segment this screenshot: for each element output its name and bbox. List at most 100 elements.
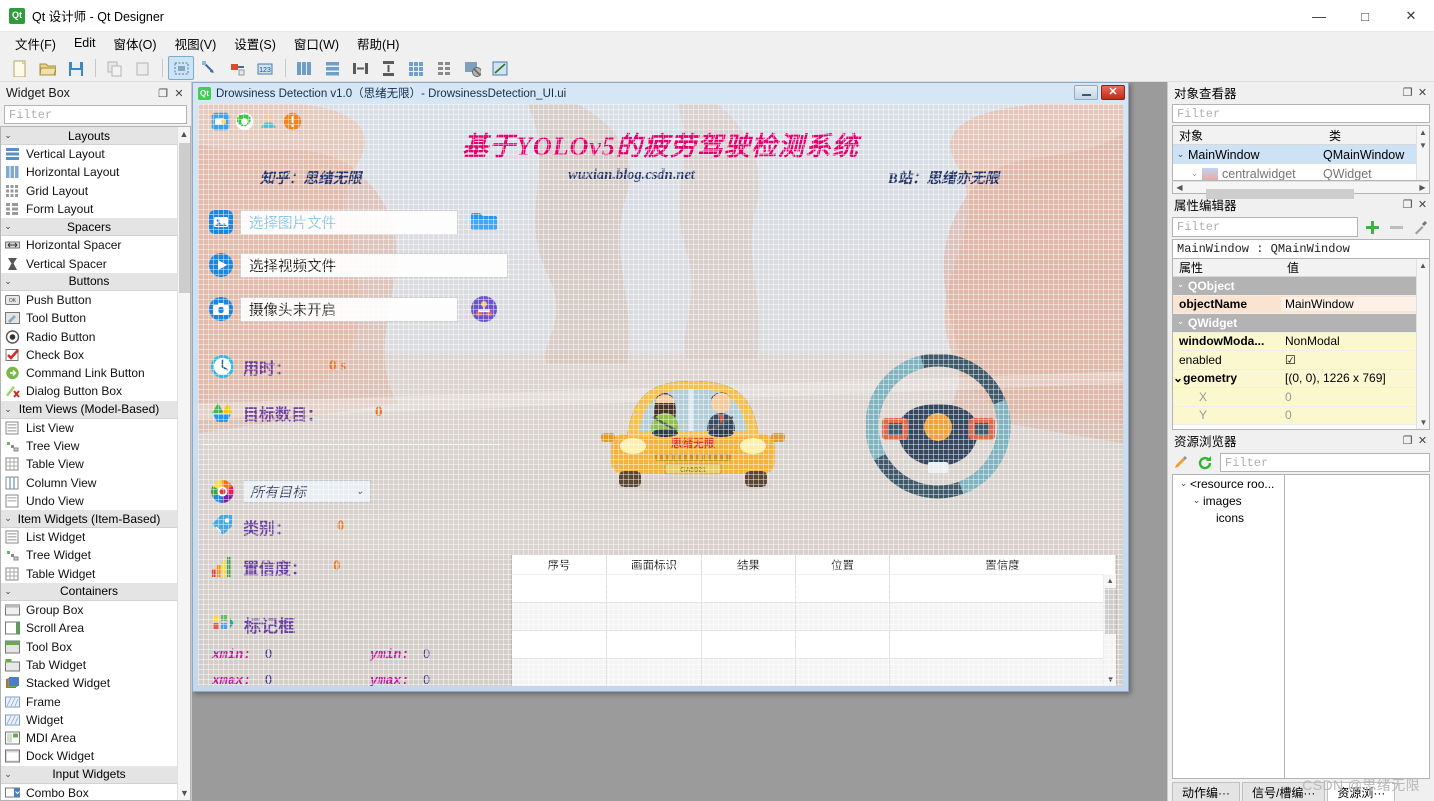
save-form-icon[interactable] — [62, 56, 88, 80]
widget-item-push-button[interactable]: OK Push Button — [1, 291, 177, 309]
design-window-titlebar[interactable]: Drowsiness Detection v1.0（思绪无限）- Drowsin… — [193, 83, 1128, 103]
widget-group-spacers[interactable]: ⌄ Spacers — [1, 218, 177, 237]
menu-window[interactable]: 窗口(W) — [285, 32, 348, 55]
camera-input[interactable]: 摄像头未开启 — [240, 296, 458, 322]
widget-group-containers[interactable]: ⌄ Containers — [1, 582, 177, 601]
reload-icon[interactable] — [1196, 454, 1214, 472]
widget-item-table-widget[interactable]: Table Widget — [1, 565, 177, 583]
table-header-3[interactable]: 结果 — [702, 555, 796, 574]
property-row-geometry[interactable]: ⌄geometry [(0, 0), 1226 x 769] — [1173, 369, 1429, 388]
widget-box-list[interactable]: ⌄ Layouts Vertical Layout Horizontal Layout… — [0, 126, 191, 801]
table-scroll-thumb[interactable] — [1105, 588, 1116, 634]
remove-property-icon[interactable] — [1386, 217, 1406, 237]
chevron-down-icon[interactable]: ⌄ — [1173, 279, 1188, 293]
layout-form-icon[interactable] — [431, 56, 457, 80]
scroll-up-icon[interactable]: ▲ — [1417, 126, 1429, 139]
resource-node[interactable]: icons — [1173, 509, 1284, 526]
property-editor-table[interactable]: 属性 值 ⌄ QObject objectName MainWindow ⌄ QWidge… — [1172, 258, 1430, 430]
widget-item-mdi-area[interactable]: MDI Area — [1, 729, 177, 747]
table-header-1[interactable]: 序号 — [512, 555, 607, 574]
image-file-input[interactable]: 选择图片文件 — [240, 209, 458, 235]
video-file-input[interactable]: 选择视频文件 — [240, 252, 508, 278]
widget-item-tab-widget[interactable]: Tab Widget — [1, 656, 177, 674]
form-minimize-button[interactable] — [1074, 85, 1098, 100]
table-scroll-up-icon[interactable]: ▲ — [1104, 574, 1116, 587]
bilibili-link[interactable]: B站：思绪亦无限 — [888, 167, 999, 188]
property-value[interactable]: 0 — [1281, 408, 1429, 422]
widget-item-horizontal-layout[interactable]: Horizontal Layout — [1, 163, 177, 181]
object-inspector-float-icon[interactable]: ❐ — [1400, 85, 1415, 100]
scroll-down-icon[interactable]: ▼ — [178, 786, 190, 800]
menu-view[interactable]: 视图(V) — [166, 32, 226, 55]
layout-vertical-icon[interactable] — [319, 56, 345, 80]
chevron-down-icon[interactable]: ⌄ — [1177, 478, 1190, 489]
results-table[interactable]: 序号 画面标识 结果 位置 置信度 ▲ ▼ — [511, 554, 1117, 686]
property-row-objectname[interactable]: objectName MainWindow — [1173, 295, 1429, 314]
form-close-button[interactable]: ✕ — [1101, 85, 1125, 100]
results-table-scrollbar[interactable]: ▲ ▼ — [1103, 574, 1116, 686]
widget-item-vertical-layout[interactable]: Vertical Layout — [1, 145, 177, 163]
chevron-down-icon[interactable]: ⌄ — [1190, 495, 1203, 506]
scroll-left-icon[interactable]: ◀ — [1173, 183, 1186, 192]
zhihu-link[interactable]: 知乎：思绪无限 — [260, 167, 362, 188]
widget-item-radio-button[interactable]: Radio Button — [1, 327, 177, 345]
object-inspector-filter-input[interactable]: Filter — [1172, 104, 1430, 123]
widget-group-input-widgets[interactable]: ⌄ Input Widgets — [1, 765, 177, 784]
csdn-link[interactable]: wuxian.blog.csdn.net — [568, 167, 695, 184]
layout-grid-icon[interactable] — [403, 56, 429, 80]
widget-item-command-link-button[interactable]: Command Link Button — [1, 364, 177, 382]
break-layout-icon[interactable] — [459, 56, 485, 80]
network-camera-icon[interactable] — [470, 295, 498, 323]
property-editor-close-icon[interactable]: ✕ — [1415, 197, 1430, 212]
resource-preview[interactable] — [1285, 474, 1430, 779]
menu-file[interactable]: 文件(F) — [6, 32, 65, 55]
table-scroll-down-icon[interactable]: ▼ — [1104, 673, 1117, 686]
object-inspector-table[interactable]: 对象 类 ⌄ MainWindow QMainWindow ⌄ centralw… — [1172, 125, 1430, 181]
resource-node[interactable]: ⌄ images — [1173, 492, 1284, 509]
scroll-thumb[interactable] — [179, 143, 190, 293]
target-select[interactable]: 所有目标 ⌄ — [243, 480, 371, 503]
widget-item-undo-view[interactable]: Undo View — [1, 492, 177, 510]
menu-settings[interactable]: 设置(S) — [225, 32, 285, 55]
scroll-right-icon[interactable]: ▶ — [1416, 183, 1429, 192]
menu-edit[interactable]: Edit — [65, 34, 105, 52]
widget-box-scrollbar[interactable]: ▲ ▼ — [177, 127, 190, 800]
scroll-up-icon[interactable]: ▲ — [178, 127, 190, 141]
widget-item-list-view[interactable]: List View — [1, 419, 177, 437]
edit-tab-order-icon[interactable]: 123 — [252, 56, 278, 80]
widget-group-item-views-model-based[interactable]: ⌄ Item Views (Model-Based) — [1, 400, 177, 419]
add-property-icon[interactable] — [1362, 217, 1382, 237]
tab-resource-browser[interactable]: 资源浏··· — [1327, 782, 1396, 801]
open-form-icon[interactable] — [34, 56, 60, 80]
widget-box-close-icon[interactable]: ✕ — [171, 85, 187, 101]
chevron-down-icon[interactable]: ⌄ — [1, 221, 15, 232]
menu-help[interactable]: 帮助(H) — [348, 32, 408, 55]
resource-tree[interactable]: ⌄ <resource roo... ⌄ images icons — [1172, 474, 1285, 779]
object-inspector-hscrollbar[interactable]: ◀ ▶ — [1172, 181, 1430, 199]
design-window[interactable]: Drowsiness Detection v1.0（思绪无限）- Drowsin… — [192, 82, 1129, 692]
chevron-down-icon[interactable]: ⌄ — [1, 130, 15, 141]
maximize-button[interactable]: □ — [1342, 0, 1388, 32]
widget-group-layouts[interactable]: ⌄ Layouts — [1, 127, 177, 145]
chevron-down-icon[interactable]: ⌄ — [1, 513, 15, 524]
property-editor-float-icon[interactable]: ❐ — [1400, 197, 1415, 212]
property-row-y[interactable]: Y0 — [1173, 406, 1429, 425]
chevron-down-icon[interactable]: ⌄ — [1, 769, 15, 780]
widget-item-table-view[interactable]: Table View — [1, 455, 177, 473]
scroll-up-icon[interactable]: ▲ — [1417, 259, 1429, 272]
widget-group-buttons[interactable]: ⌄ Buttons — [1, 272, 177, 291]
edit-widgets-icon[interactable] — [168, 55, 194, 80]
copy-icon[interactable] — [101, 56, 127, 80]
minimize-button[interactable]: — — [1296, 0, 1342, 32]
table-header-4[interactable]: 位置 — [796, 555, 890, 574]
new-form-icon[interactable] — [6, 56, 32, 80]
widget-item-list-widget[interactable]: List Widget — [1, 528, 177, 546]
property-value[interactable]: ☑ — [1281, 353, 1429, 367]
widget-item-tree-widget[interactable]: Tree Widget — [1, 546, 177, 564]
object-row-mainwindow[interactable]: ⌄ MainWindow QMainWindow — [1173, 145, 1429, 164]
widget-item-tree-view[interactable]: Tree View — [1, 437, 177, 455]
chevron-down-icon[interactable]: ⌄ — [1, 586, 15, 597]
widget-item-scroll-area[interactable]: Scroll Area — [1, 619, 177, 637]
design-canvas[interactable]: Drowsiness Detection v1.0（思绪无限）- Drowsin… — [192, 82, 1167, 801]
configure-icon[interactable] — [1410, 217, 1430, 237]
